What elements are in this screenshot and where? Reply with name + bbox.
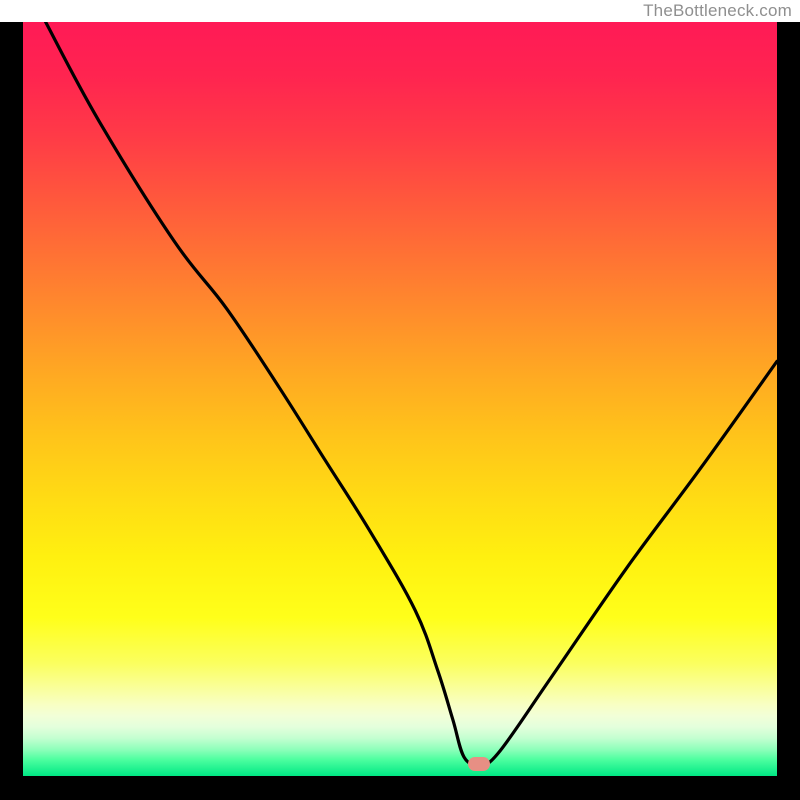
- watermark-text: TheBottleneck.com: [643, 0, 792, 22]
- optimum-marker: [468, 757, 490, 771]
- top-bar: TheBottleneck.com: [0, 0, 800, 22]
- plot-svg: [23, 22, 777, 776]
- chart-frame: TheBottleneck.com: [0, 0, 800, 800]
- plot-area: [23, 22, 777, 776]
- gradient-background: [23, 22, 777, 776]
